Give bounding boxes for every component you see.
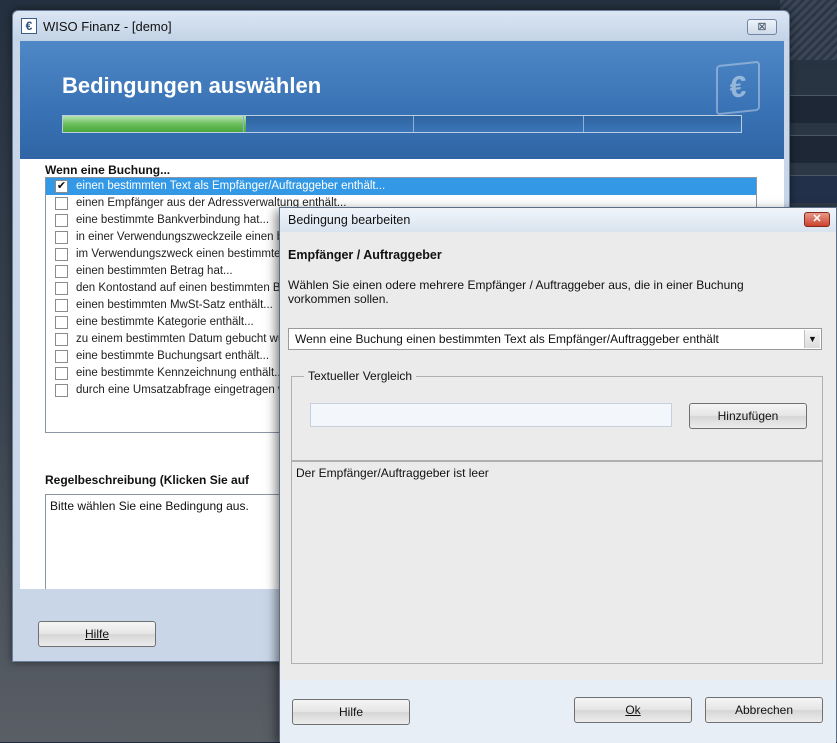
rule-description-text: Bitte wählen Sie eine Bedingung aus. — [50, 499, 249, 513]
condition-checkbox[interactable] — [55, 384, 68, 397]
main-help-label: Hilfe — [84, 627, 109, 641]
condition-checkbox[interactable]: ✔ — [55, 180, 68, 193]
condition-label: einen bestimmten MwSt-Satz enthält... — [76, 299, 273, 311]
condition-checkbox[interactable] — [55, 350, 68, 363]
conditions-section-label: Wenn eine Buchung... — [45, 163, 171, 177]
dialog-close-button[interactable]: ✕ — [804, 212, 830, 227]
main-window-title: WISO Finanz - [demo] — [43, 19, 172, 34]
main-help-button[interactable]: Hilfe — [38, 621, 156, 647]
comparison-text-input[interactable] — [310, 403, 672, 427]
condition-label: einen bestimmten Text als Empfänger/Auft… — [76, 180, 386, 192]
add-button[interactable]: Hinzufügen — [689, 403, 807, 429]
condition-checkbox[interactable] — [55, 265, 68, 278]
dialog-title: Bedingung bearbeiten — [288, 213, 411, 227]
dialog-instructions: Wählen Sie einen odere mehrere Empfänger… — [288, 278, 744, 306]
condition-checkbox[interactable] — [55, 367, 68, 380]
textual-comparison-label: Textueller Vergleich — [304, 369, 417, 383]
condition-checkbox[interactable] — [55, 299, 68, 312]
recipient-list[interactable]: Der Empfänger/Auftraggeber ist leer — [291, 461, 823, 664]
description-section-label: Regelbeschreibung (Klicken Sie auf — [45, 473, 250, 487]
progress-segment-divider — [413, 116, 414, 132]
add-button-label: Hinzufügen — [717, 409, 779, 423]
condition-type-value: Wenn eine Buchung einen bestimmten Text … — [295, 332, 719, 346]
condition-label: einen bestimmten Betrag hat... — [76, 265, 233, 277]
dialog-title-bar[interactable]: Bedingung bearbeiten ✕ — [280, 208, 836, 232]
condition-checkbox[interactable] — [55, 214, 68, 227]
euro-logo-icon: € — [716, 60, 760, 116]
textual-comparison-group: Textueller Vergleich Hinzufügen — [291, 369, 823, 461]
rule-description-box[interactable]: Bitte wählen Sie eine Bedingung aus. — [45, 494, 295, 599]
main-title-bar[interactable]: € WISO Finanz - [demo] ⊠ — [13, 11, 789, 41]
condition-type-select[interactable]: Wenn eine Buchung einen bestimmten Text … — [288, 328, 822, 350]
wizard-header: Bedingungen auswählen € — [20, 41, 784, 159]
progress-segment-divider — [243, 116, 244, 132]
condition-checkbox[interactable] — [55, 197, 68, 210]
condition-label: zu einem bestimmten Datum gebucht wurde.… — [76, 333, 311, 345]
recipient-list-message: Der Empfänger/Auftraggeber ist leer — [296, 466, 489, 480]
condition-checkbox[interactable] — [55, 231, 68, 244]
condition-item[interactable]: ✔ einen bestimmten Text als Empfänger/Auf… — [46, 178, 756, 195]
dialog-footer: Hilfe Ok Abbrechen — [280, 680, 836, 743]
euro-app-icon: € — [21, 18, 37, 34]
progress-segment-divider — [583, 116, 584, 132]
wizard-progress-fill — [63, 116, 247, 132]
condition-label: eine bestimmte Kennzeichnung enthält... — [76, 367, 284, 379]
dialog-help-label: Hilfe — [338, 705, 363, 719]
condition-checkbox[interactable] — [55, 333, 68, 346]
ok-button-label: Ok — [625, 703, 641, 717]
edit-condition-dialog: Bedingung bearbeiten ✕ Empfänger / Auftr… — [279, 207, 837, 743]
condition-checkbox[interactable] — [55, 316, 68, 329]
condition-checkbox[interactable] — [55, 248, 68, 261]
dialog-heading: Empfänger / Auftraggeber — [288, 248, 442, 262]
condition-label: eine bestimmte Kategorie enthält... — [76, 316, 254, 328]
cancel-button-label: Abbrechen — [734, 703, 794, 717]
condition-label: eine bestimmte Bankverbindung hat... — [76, 214, 270, 226]
wizard-progress-bar — [62, 115, 742, 133]
wizard-heading: Bedingungen auswählen — [62, 73, 322, 98]
dialog-body: Empfänger / Auftraggeber Wählen Sie eine… — [280, 232, 836, 743]
main-close-button[interactable]: ⊠ — [747, 19, 777, 35]
dialog-help-button[interactable]: Hilfe — [292, 699, 410, 725]
condition-checkbox[interactable] — [55, 282, 68, 295]
ok-button[interactable]: Ok — [574, 697, 692, 723]
condition-label: eine bestimmte Buchungsart enthält... — [76, 350, 270, 362]
chevron-down-icon[interactable]: ▼ — [804, 330, 820, 348]
cancel-button[interactable]: Abbrechen — [705, 697, 823, 723]
